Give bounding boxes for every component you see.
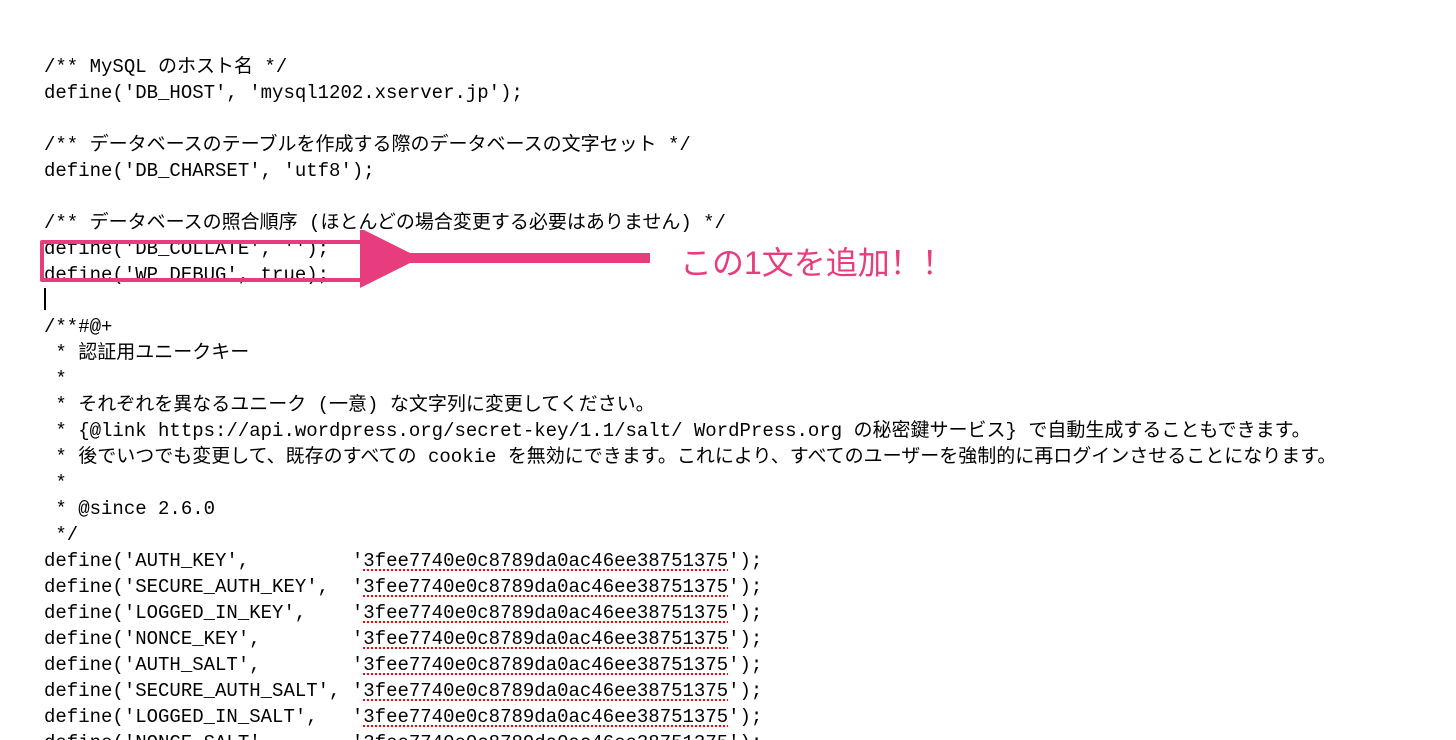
code-line: define('SECURE_AUTH_SALT', '3fee7740e0c8… [44, 680, 762, 702]
nonce-key-value: 3fee7740e0c8789da0ac46ee38751375 [363, 628, 728, 650]
code-line-highlight: define('WP_DEBUG', true); [44, 264, 329, 286]
code-line: /** データベースの照合順序 (ほとんどの場合変更する必要はありません) */ [44, 212, 726, 234]
code-line: * 認証用ユニークキー [44, 342, 249, 364]
code-line: define('AUTH_KEY', '3fee7740e0c8789da0ac… [44, 550, 762, 572]
code-line: * [44, 472, 67, 494]
nonce-salt-value: 3fee7740e0c8789da0ac46ee38751375 [363, 732, 728, 740]
text-cursor [44, 288, 46, 310]
secure-auth-salt-value: 3fee7740e0c8789da0ac46ee38751375 [363, 680, 728, 702]
code-line: define('DB_COLLATE', ''); [44, 238, 329, 260]
code-line: */ [44, 524, 78, 546]
code-line: define('DB_CHARSET', 'utf8'); [44, 160, 375, 182]
code-line: * [44, 368, 67, 390]
logged-in-salt-value: 3fee7740e0c8789da0ac46ee38751375 [363, 706, 728, 728]
code-line: /** MySQL のホスト名 */ [44, 56, 287, 78]
code-line: * {@link https://api.wordpress.org/secre… [44, 420, 1311, 442]
annotation-label: この1文を追加！！ [680, 238, 954, 284]
code-line: * 後でいつでも変更して、既存のすべての cookie を無効にできます。これに… [44, 446, 1336, 468]
auth-salt-value: 3fee7740e0c8789da0ac46ee38751375 [363, 654, 728, 676]
code-line: * @since 2.6.0 [44, 498, 215, 520]
secure-auth-key-value: 3fee7740e0c8789da0ac46ee38751375 [363, 576, 728, 598]
code-line: * それぞれを異なるユニーク (一意) な文字列に変更してください。 [44, 394, 655, 416]
auth-key-value: 3fee7740e0c8789da0ac46ee38751375 [363, 550, 728, 572]
logged-in-key-value: 3fee7740e0c8789da0ac46ee38751375 [363, 602, 728, 624]
code-line: define('LOGGED_IN_SALT', '3fee7740e0c878… [44, 706, 762, 728]
code-line: define('DB_HOST', 'mysql1202.xserver.jp'… [44, 82, 523, 104]
code-line: define('LOGGED_IN_KEY', '3fee7740e0c8789… [44, 602, 762, 624]
code-editor-view: /** MySQL のホスト名 */ define('DB_HOST', 'my… [0, 0, 1456, 740]
code-line: define('NONCE_SALT', '3fee7740e0c8789da0… [44, 732, 762, 740]
code-line: define('NONCE_KEY', '3fee7740e0c8789da0a… [44, 628, 762, 650]
code-line: /**#@+ [44, 316, 112, 338]
code-line: define('SECURE_AUTH_KEY', '3fee7740e0c87… [44, 576, 762, 598]
code-line: define('AUTH_SALT', '3fee7740e0c8789da0a… [44, 654, 762, 676]
code-line: /** データベースのテーブルを作成する際のデータベースの文字セット */ [44, 134, 691, 156]
